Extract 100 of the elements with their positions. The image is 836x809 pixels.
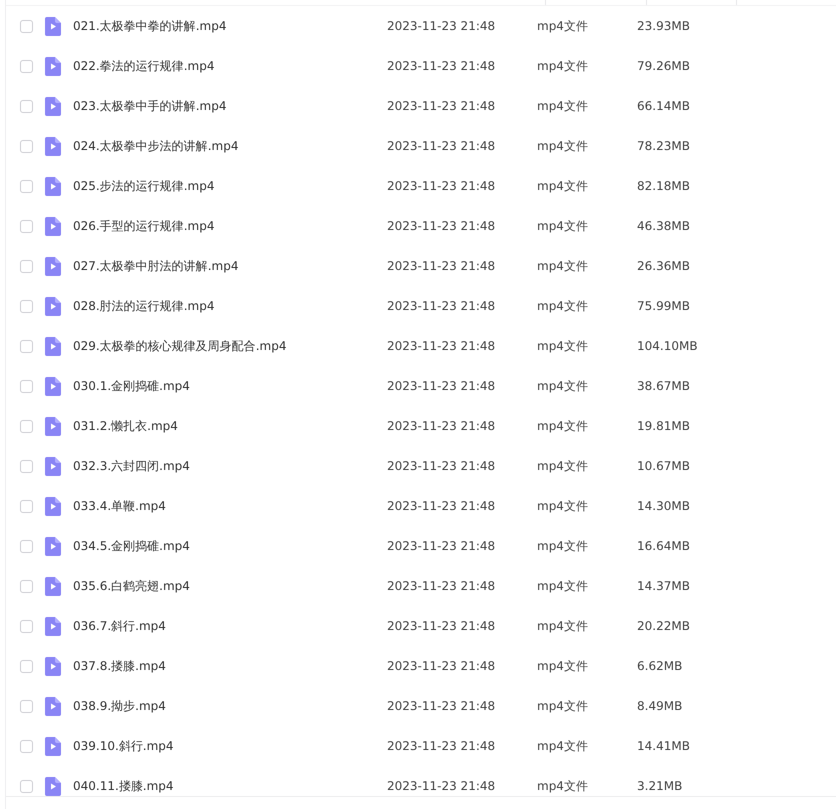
checkbox[interactable] <box>20 380 33 392</box>
file-type: mp4文件 <box>537 738 589 754</box>
file-name[interactable]: 034.5.金刚捣碓.mp4 <box>73 538 387 554</box>
file-size: 66.14MB <box>637 99 690 113</box>
checkbox[interactable] <box>20 700 33 712</box>
file-size: 14.37MB <box>637 579 690 593</box>
checkbox[interactable] <box>20 580 33 592</box>
file-row[interactable]: 023.太极拳中手的讲解.mp4 2023-11-23 21:48 mp4文件 66.14MB <box>6 86 836 126</box>
file-name[interactable]: 030.1.金刚捣碓.mp4 <box>73 378 387 394</box>
checkbox[interactable] <box>20 420 33 432</box>
checkbox[interactable] <box>20 340 33 352</box>
modified-date: 2023-11-23 21:48 <box>387 539 496 553</box>
modified-date: 2023-11-23 21:48 <box>387 499 496 513</box>
file-name[interactable]: 036.7.斜行.mp4 <box>73 618 387 634</box>
checkbox[interactable] <box>20 140 33 152</box>
file-row[interactable]: 031.2.懒扎衣.mp4 2023-11-23 21:48 mp4文件 19.81MB <box>6 406 836 446</box>
video-file-icon <box>45 776 61 796</box>
checkbox[interactable] <box>20 660 33 672</box>
checkbox[interactable] <box>20 220 33 232</box>
file-size: 82.18MB <box>637 179 690 193</box>
file-name[interactable]: 037.8.搂膝.mp4 <box>73 658 387 674</box>
file-type: mp4文件 <box>537 418 589 434</box>
checkbox[interactable] <box>20 500 33 512</box>
file-name[interactable]: 022.拳法的运行规律.mp4 <box>73 58 387 74</box>
file-size: 19.81MB <box>637 419 690 433</box>
checkbox[interactable] <box>20 20 33 32</box>
file-row[interactable]: 029.太极拳的核心规律及周身配合.mp4 2023-11-23 21:48 mp4文件 104.10MB <box>6 326 836 366</box>
file-row[interactable]: 021.太极拳中拳的讲解.mp4 2023-11-23 21:48 mp4文件 23.93MB <box>6 6 836 46</box>
video-file-icon <box>45 216 61 236</box>
video-file-icon <box>45 376 61 396</box>
file-name[interactable]: 023.太极拳中手的讲解.mp4 <box>73 98 387 114</box>
file-row[interactable]: 032.3.六封四闭.mp4 2023-11-23 21:48 mp4文件 10.67MB <box>6 446 836 486</box>
modified-date: 2023-11-23 21:48 <box>387 259 496 273</box>
checkbox[interactable] <box>20 740 33 752</box>
file-name[interactable]: 040.11.搂膝.mp4 <box>73 778 387 794</box>
file-size: 20.22MB <box>637 619 690 633</box>
video-file-icon <box>45 416 61 436</box>
file-name[interactable]: 039.10.斜行.mp4 <box>73 738 387 754</box>
file-row[interactable]: 026.手型的运行规律.mp4 2023-11-23 21:48 mp4文件 46.38MB <box>6 206 836 246</box>
checkbox[interactable] <box>20 460 33 472</box>
file-name[interactable]: 021.太极拳中拳的讲解.mp4 <box>73 18 387 34</box>
checkbox[interactable] <box>20 260 33 272</box>
file-row[interactable]: 024.太极拳中步法的讲解.mp4 2023-11-23 21:48 mp4文件 78.23MB <box>6 126 836 166</box>
video-file-icon <box>45 496 61 516</box>
file-row[interactable]: 040.11.搂膝.mp4 2023-11-23 21:48 mp4文件 3.21MB <box>6 766 836 796</box>
file-name[interactable]: 031.2.懒扎衣.mp4 <box>73 418 387 434</box>
file-size: 6.62MB <box>637 659 682 673</box>
video-file-icon <box>45 16 61 36</box>
checkbox[interactable] <box>20 300 33 312</box>
file-size: 104.10MB <box>637 339 698 353</box>
modified-date: 2023-11-23 21:48 <box>387 19 496 33</box>
file-name[interactable]: 033.4.单鞭.mp4 <box>73 498 387 514</box>
modified-date: 2023-11-23 21:48 <box>387 419 496 433</box>
file-row[interactable]: 028.肘法的运行规律.mp4 2023-11-23 21:48 mp4文件 75.99MB <box>6 286 836 326</box>
modified-date: 2023-11-23 21:48 <box>387 659 496 673</box>
file-row[interactable]: 030.1.金刚捣碓.mp4 2023-11-23 21:48 mp4文件 38.67MB <box>6 366 836 406</box>
checkbox[interactable] <box>20 60 33 72</box>
file-row[interactable]: 022.拳法的运行规律.mp4 2023-11-23 21:48 mp4文件 79.26MB <box>6 46 836 86</box>
file-row[interactable]: 035.6.白鹤亮翅.mp4 2023-11-23 21:48 mp4文件 14.37MB <box>6 566 836 606</box>
file-row[interactable]: 033.4.单鞭.mp4 2023-11-23 21:48 mp4文件 14.30MB <box>6 486 836 526</box>
video-file-icon <box>45 656 61 676</box>
file-row[interactable]: 027.太极拳中肘法的讲解.mp4 2023-11-23 21:48 mp4文件 26.36MB <box>6 246 836 286</box>
file-type: mp4文件 <box>537 138 589 154</box>
checkbox[interactable] <box>20 780 33 792</box>
modified-date: 2023-11-23 21:48 <box>387 699 496 713</box>
file-name[interactable]: 035.6.白鹤亮翅.mp4 <box>73 578 387 594</box>
file-size: 14.41MB <box>637 739 690 753</box>
checkbox[interactable] <box>20 100 33 112</box>
video-file-icon <box>45 696 61 716</box>
file-size: 10.67MB <box>637 459 690 473</box>
file-size: 14.30MB <box>637 499 690 513</box>
file-name[interactable]: 038.9.拗步.mp4 <box>73 698 387 714</box>
checkbox[interactable] <box>20 540 33 552</box>
file-type: mp4文件 <box>537 218 589 234</box>
file-row[interactable]: 039.10.斜行.mp4 2023-11-23 21:48 mp4文件 14.41MB <box>6 726 836 766</box>
file-type: mp4文件 <box>537 298 589 314</box>
file-row[interactable]: 025.步法的运行规律.mp4 2023-11-23 21:48 mp4文件 82.18MB <box>6 166 836 206</box>
file-size: 23.93MB <box>637 19 690 33</box>
checkbox[interactable] <box>20 620 33 632</box>
video-file-icon <box>45 296 61 316</box>
file-name[interactable]: 026.手型的运行规律.mp4 <box>73 218 387 234</box>
checkbox[interactable] <box>20 180 33 192</box>
modified-date: 2023-11-23 21:48 <box>387 779 496 793</box>
file-name[interactable]: 024.太极拳中步法的讲解.mp4 <box>73 138 387 154</box>
file-type: mp4文件 <box>537 578 589 594</box>
file-type: mp4文件 <box>537 658 589 674</box>
file-name[interactable]: 028.肘法的运行规律.mp4 <box>73 298 387 314</box>
file-size: 38.67MB <box>637 379 690 393</box>
file-size: 75.99MB <box>637 299 690 313</box>
file-name[interactable]: 032.3.六封四闭.mp4 <box>73 458 387 474</box>
file-name[interactable]: 029.太极拳的核心规律及周身配合.mp4 <box>73 338 387 354</box>
file-row[interactable]: 036.7.斜行.mp4 2023-11-23 21:48 mp4文件 20.22MB <box>6 606 836 646</box>
file-name[interactable]: 027.太极拳中肘法的讲解.mp4 <box>73 258 387 274</box>
file-size: 79.26MB <box>637 59 690 73</box>
file-name[interactable]: 025.步法的运行规律.mp4 <box>73 178 387 194</box>
video-file-icon <box>45 336 61 356</box>
file-row[interactable]: 037.8.搂膝.mp4 2023-11-23 21:48 mp4文件 6.62MB <box>6 646 836 686</box>
file-row[interactable]: 034.5.金刚捣碓.mp4 2023-11-23 21:48 mp4文件 16.64MB <box>6 526 836 566</box>
file-row[interactable]: 038.9.拗步.mp4 2023-11-23 21:48 mp4文件 8.49MB <box>6 686 836 726</box>
video-file-icon <box>45 456 61 476</box>
